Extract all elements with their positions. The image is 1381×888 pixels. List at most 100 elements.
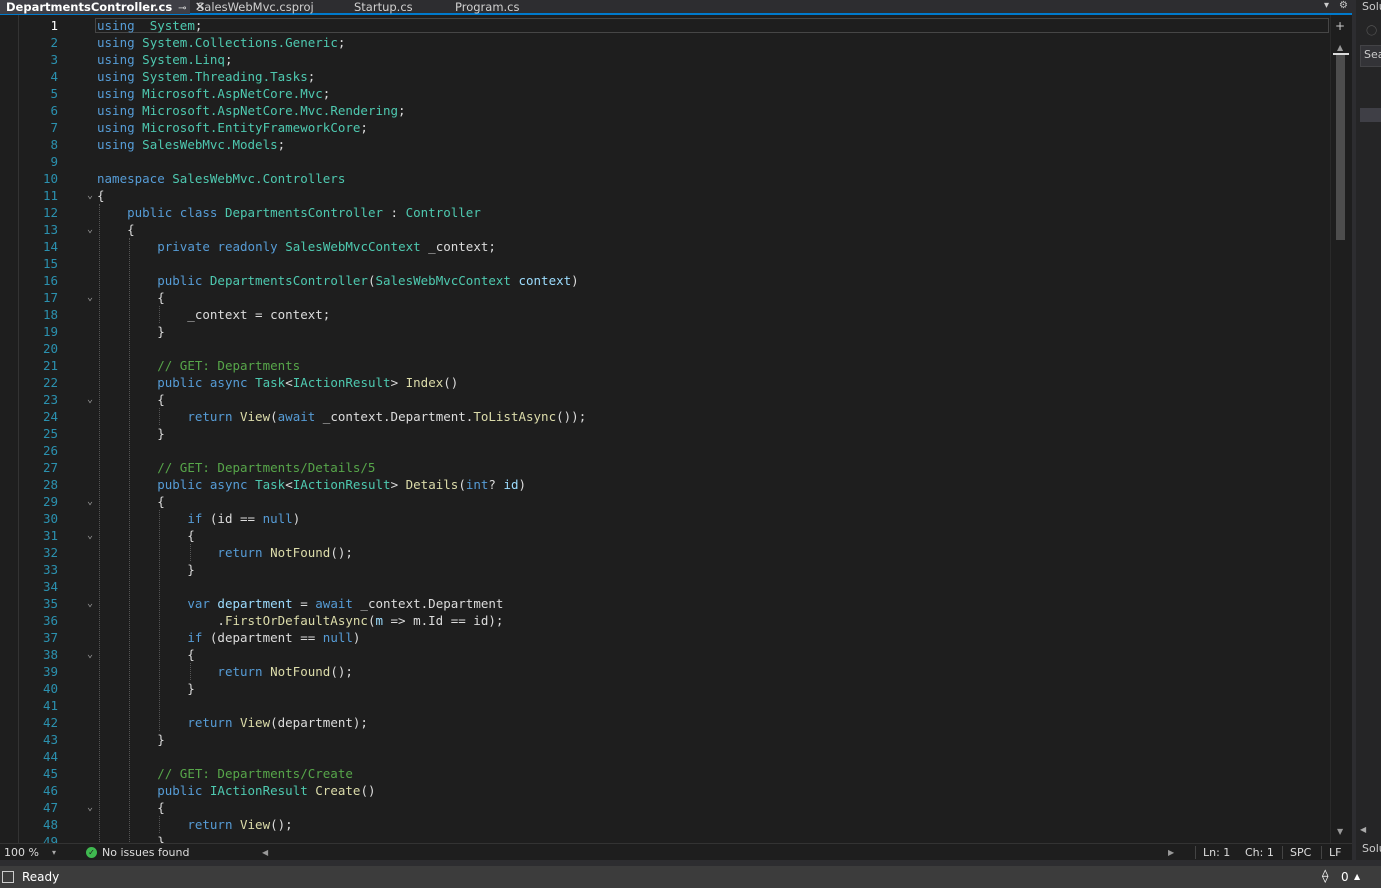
scroll-left-icon[interactable]: ◀ [1360,825,1366,834]
git-branch-icon[interactable]: ⟠ [1322,866,1328,888]
code-line[interactable]: 37 if (department == null) [0,629,1330,646]
code-line[interactable]: 10 namespace SalesWebMvc.Controllers [0,170,1330,187]
code-line[interactable]: 29 ⌄ { [0,493,1330,510]
fold-toggle-icon[interactable]: ⌄ [84,289,96,306]
code-line[interactable]: 12 public class DepartmentsController : … [0,204,1330,221]
solution-search-input[interactable]: Sea [1360,45,1381,67]
back-circle-icon[interactable]: ◯ [1366,25,1377,36]
code-line[interactable]: 24 return View(await _context.Department… [0,408,1330,425]
pin-icon[interactable]: ⊸ [178,2,186,16]
code-line[interactable]: 4 using System.Threading.Tasks; [0,68,1330,85]
code-line[interactable]: 26 [0,442,1330,459]
tab-dropdown-icon[interactable]: ▾ [1324,0,1329,11]
code-token: Microsoft.EntityFrameworkCore [142,120,361,135]
scroll-up-icon[interactable]: ▲ [1337,43,1343,52]
scroll-left-icon[interactable]: ◀ [262,844,268,861]
code-line[interactable]: 1 using System; [0,17,1330,34]
code-line[interactable]: 46 public IActionResult Create() [0,782,1330,799]
code-line[interactable]: 14 private readonly SalesWebMvcContext _… [0,238,1330,255]
solution-explorer-tab[interactable]: Solu [1362,842,1381,855]
fold-toggle-icon[interactable]: ⌄ [84,646,96,663]
code-line[interactable]: 6 using Microsoft.AspNetCore.Mvc.Renderin… [0,102,1330,119]
code-text: using System.Threading.Tasks; [97,68,315,85]
code-token: Controller [405,205,481,220]
code-line[interactable]: 36 .FirstOrDefaultAsync(m => m.Id == id)… [0,612,1330,629]
code-line[interactable]: 45 // GET: Departments/Create [0,765,1330,782]
code-line[interactable]: 2 using System.Collections.Generic; [0,34,1330,51]
scroll-down-icon[interactable]: ▼ [1337,827,1343,836]
code-line[interactable]: 28 public async Task<IActionResult> Deta… [0,476,1330,493]
code-token: { [97,188,105,203]
publish-icon[interactable]: ▲ [1354,866,1360,888]
fold-toggle-icon[interactable]: ⌄ [84,493,96,510]
code-line[interactable]: 30 if (id == null) [0,510,1330,527]
fold-toggle-icon[interactable]: ⌄ [84,595,96,612]
fold-toggle-icon[interactable]: ⌄ [84,391,96,408]
fold-toggle-icon[interactable]: ⌄ [84,221,96,238]
code-line[interactable]: 42 return View(department); [0,714,1330,731]
vertical-scrollbar[interactable]: + ▲ ▼ [1330,15,1350,843]
settings-icon[interactable]: ⚙ [1339,0,1348,11]
code-line[interactable]: 17 ⌄ { [0,289,1330,306]
zoom-level[interactable]: 100 % [4,844,39,861]
code-line[interactable]: 3 using System.Linq; [0,51,1330,68]
spacing-indicator[interactable]: SPC [1290,844,1311,861]
code-line[interactable]: 5 using Microsoft.AspNetCore.Mvc; [0,85,1330,102]
scrollbar-thumb[interactable] [1336,55,1345,240]
pending-changes-count[interactable]: 0 [1341,866,1349,888]
line-number: 8 [50,137,58,152]
code-line[interactable]: 49 } [0,833,1330,843]
code-line[interactable]: 22 public async Task<IActionResult> Inde… [0,374,1330,391]
code-line[interactable]: 21 // GET: Departments [0,357,1330,374]
code-line[interactable]: 16 public DepartmentsController(SalesWeb… [0,272,1330,289]
code-line[interactable]: 44 [0,748,1330,765]
code-line[interactable]: 20 [0,340,1330,357]
fold-toggle-icon[interactable]: ⌄ [84,527,96,544]
code-line[interactable]: 31 ⌄ { [0,527,1330,544]
code-line[interactable]: 38 ⌄ { [0,646,1330,663]
code-line[interactable]: 41 [0,697,1330,714]
code-line[interactable]: 33 } [0,561,1330,578]
code-editor[interactable]: 1 using System; 2 using System.Collections.… [0,15,1352,843]
code-line[interactable]: 47 ⌄ { [0,799,1330,816]
code-line[interactable]: 19 } [0,323,1330,340]
zoom-dropdown-icon[interactable]: ▾ [52,844,56,861]
code-line[interactable]: 39 return NotFound(); [0,663,1330,680]
split-editor-icon[interactable]: + [1335,19,1345,33]
code-line[interactable]: 32 return NotFound(); [0,544,1330,561]
tab-program[interactable]: Program.cs [451,0,551,14]
code-line[interactable]: 27 // GET: Departments/Details/5 [0,459,1330,476]
code-token: ) [571,273,579,288]
issues-status[interactable]: No issues found [102,844,189,861]
line-ending-indicator[interactable]: LF [1329,844,1341,861]
code-line[interactable]: 11 ⌄{ [0,187,1330,204]
code-line[interactable]: 34 [0,578,1330,595]
code-line[interactable]: 18 _context = context; [0,306,1330,323]
tab-departments-controller[interactable]: DepartmentsController.cs ⊸ ✕ [0,0,205,16]
code-line[interactable]: 15 [0,255,1330,272]
tab-startup[interactable]: Startup.cs [350,0,450,14]
code-line[interactable]: 25 } [0,425,1330,442]
line-indicator[interactable]: Ln: 1 [1203,844,1230,861]
code-token: return [217,664,263,679]
code-line[interactable]: 35 ⌄ var department = await _context.Depa… [0,595,1330,612]
scroll-right-icon[interactable]: ▶ [1168,844,1174,861]
char-indicator[interactable]: Ch: 1 [1245,844,1274,861]
tab-saleswebmvc-csproj[interactable]: SalesWebMvc.csproj [193,0,343,14]
code-line[interactable]: 7 using Microsoft.EntityFrameworkCore; [0,119,1330,136]
code-line[interactable]: 40 } [0,680,1330,697]
code-line[interactable]: 13 ⌄ { [0,221,1330,238]
selected-tree-item[interactable] [1360,108,1381,122]
code-line[interactable]: 43 } [0,731,1330,748]
code-token: null [262,511,293,526]
code-line[interactable]: 48 return View(); [0,816,1330,833]
code-line[interactable]: 23 ⌄ { [0,391,1330,408]
fold-toggle-icon[interactable]: ⌄ [84,187,96,204]
code-line[interactable]: 8 using SalesWebMvc.Models; [0,136,1330,153]
code-token: } [97,324,165,339]
code-line[interactable]: 9 [0,153,1330,170]
code-token: : [383,205,406,220]
output-icon[interactable] [2,871,14,883]
fold-toggle-icon[interactable]: ⌄ [84,799,96,816]
